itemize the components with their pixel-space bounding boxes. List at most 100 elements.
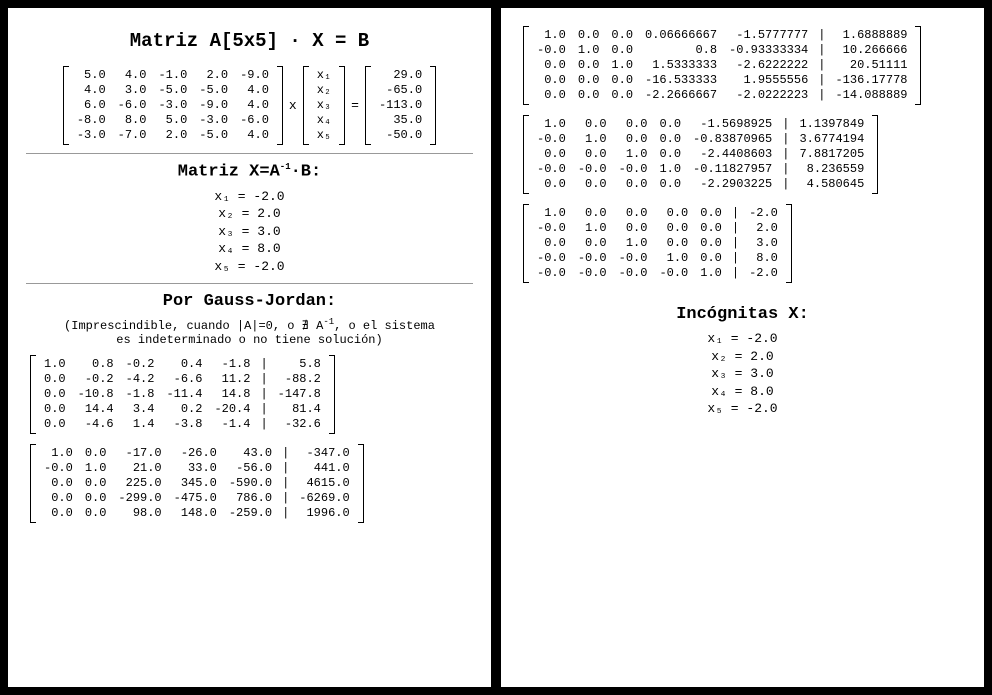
- matrix-cell: 0.0: [38, 506, 79, 521]
- matrix-cell: -0.0: [38, 461, 79, 476]
- matrix-cell: 0.0: [653, 177, 687, 192]
- matrix-cell: -4.6: [72, 417, 120, 432]
- matrix-cell: -0.0: [613, 251, 654, 266]
- matrix-cell: 148.0: [168, 506, 223, 521]
- matrix-cell: -8.0: [71, 113, 112, 128]
- matrix-cell: 0.0: [572, 147, 613, 162]
- matrix-cell: |: [728, 236, 743, 251]
- matrix-cell: 0.0: [572, 58, 606, 73]
- solution-by-inverse: x₁ = -2.0x₂ = 2.0x₃ = 3.0x₄ = 8.0x₅ = -2…: [26, 188, 473, 276]
- matrix-cell: 0.0: [572, 88, 606, 103]
- matrix-cell: 1.0: [531, 28, 572, 43]
- matrix-cell: -10.8: [72, 387, 120, 402]
- matrix-cell: 0.0: [572, 73, 606, 88]
- matrix-cell: 1.0: [531, 117, 572, 132]
- matrix-cell: -5.0: [193, 83, 234, 98]
- matrix-cell: 0.0: [653, 147, 687, 162]
- matrix-cell: |: [778, 147, 793, 162]
- matrix-cell: 1.0: [694, 266, 728, 281]
- matrix-cell: |: [814, 88, 829, 103]
- matrix-cell: 1.6888889: [829, 28, 913, 43]
- matrix-cell: 0.0: [653, 132, 687, 147]
- matrix-cell: 0.0: [38, 417, 72, 432]
- matrix-cell: 0.0: [694, 251, 728, 266]
- matrix-cell: 0.0: [531, 73, 572, 88]
- vector-x: x₁x₂x₃x₄x₅: [303, 66, 345, 145]
- matrix-cell: 0.0: [79, 446, 113, 461]
- matrix-cell: -590.0: [223, 476, 278, 491]
- matrix-cell: 0.0: [605, 88, 639, 103]
- matrix-cell: 1.9555556: [723, 73, 814, 88]
- matrix-cell: 2.0: [743, 221, 784, 236]
- matrix-cell: -0.0: [572, 162, 613, 177]
- matrix-cell: 1.0: [613, 236, 654, 251]
- matrix-cell: 0.0: [531, 58, 572, 73]
- matrix-cell: -347.0: [293, 446, 355, 461]
- matrix-cell: 0.0: [613, 221, 654, 236]
- matrix-cell: |: [278, 491, 293, 506]
- matrix-cell: -0.0: [653, 266, 694, 281]
- matrix-cell: 3.0: [743, 236, 784, 251]
- matrix-cell: 1.0: [605, 58, 639, 73]
- matrix-cell: -5.0: [152, 83, 193, 98]
- matrix-cell: -0.0: [531, 43, 572, 58]
- matrix-cell: -1.5777777: [723, 28, 814, 43]
- matrix-cell: 786.0: [223, 491, 278, 506]
- solution-final: x₁ = -2.0x₂ = 2.0x₃ = 3.0x₄ = 8.0x₅ = -2…: [519, 330, 966, 418]
- matrix-cell: |: [814, 73, 829, 88]
- matrix-cell: 0.0: [38, 387, 72, 402]
- vector-cell: x₅: [311, 128, 337, 143]
- matrix-cell: 0.0: [38, 402, 72, 417]
- matrix-cell: |: [728, 206, 743, 221]
- matrix-cell: 0.0: [653, 206, 694, 221]
- matrix-cell: -9.0: [234, 68, 275, 83]
- matrix-cell: 1.0: [572, 132, 613, 147]
- matrix-cell: 0.4: [160, 357, 208, 372]
- matrix-cell: 81.4: [272, 402, 327, 417]
- matrix-cell: -2.2666667: [639, 88, 723, 103]
- matrix-cell: 1.0: [531, 206, 572, 221]
- matrix-cell: 4.0: [234, 83, 275, 98]
- title-incognitas: Incógnitas X:: [519, 305, 966, 324]
- matrix-cell: 2.0: [152, 128, 193, 143]
- matrix-cell: -0.0: [613, 162, 654, 177]
- matrix-cell: -259.0: [223, 506, 278, 521]
- matrix-cell: 4.0: [234, 128, 275, 143]
- matrix-cell: 0.0: [531, 88, 572, 103]
- matrix-cell: -0.0: [613, 266, 654, 281]
- matrix-cell: 2.0: [193, 68, 234, 83]
- matrix-cell: -11.4: [160, 387, 208, 402]
- matrix-cell: 0.0: [79, 506, 113, 521]
- matrix-cell: -0.0: [572, 266, 613, 281]
- matrix-cell: -26.0: [168, 446, 223, 461]
- matrix-cell: 1.1397849: [793, 117, 870, 132]
- matrix-cell: |: [256, 402, 271, 417]
- matrix-cell: 0.0: [613, 177, 654, 192]
- matrix-cell: 1996.0: [293, 506, 355, 521]
- matrix-cell: -14.088889: [829, 88, 913, 103]
- times-operator: x: [289, 98, 297, 113]
- matrix-cell: -299.0: [112, 491, 167, 506]
- matrix-cell: 0.0: [531, 147, 572, 162]
- matrix-cell: 0.0: [79, 491, 113, 506]
- matrix-cell: -0.0: [531, 251, 572, 266]
- matrix-cell: 1.0: [613, 147, 654, 162]
- matrix-cell: 5.8: [272, 357, 327, 372]
- matrix-cell: 0.0: [38, 491, 79, 506]
- matrix-a: 5.04.0-1.02.0-9.04.03.0-5.0-5.04.06.0-6.…: [63, 66, 283, 145]
- matrix-cell: 0.0: [613, 117, 654, 132]
- matrix-cell: 0.06666667: [639, 28, 723, 43]
- matrix-cell: -0.0: [531, 132, 572, 147]
- vector-cell: x₁: [311, 68, 337, 83]
- matrix-cell: 43.0: [223, 446, 278, 461]
- matrix-cell: 0.0: [613, 132, 654, 147]
- matrix-cell: 3.0: [112, 83, 153, 98]
- matrix-cell: -32.6: [272, 417, 327, 432]
- matrix-cell: -17.0: [112, 446, 167, 461]
- matrix-cell: 0.0: [79, 476, 113, 491]
- matrix-cell: |: [778, 177, 793, 192]
- matrix-cell: 0.0: [653, 117, 687, 132]
- vector-cell: -113.0: [373, 98, 428, 113]
- matrix-cell: -2.0: [743, 206, 784, 221]
- matrix-cell: 10.266666: [829, 43, 913, 58]
